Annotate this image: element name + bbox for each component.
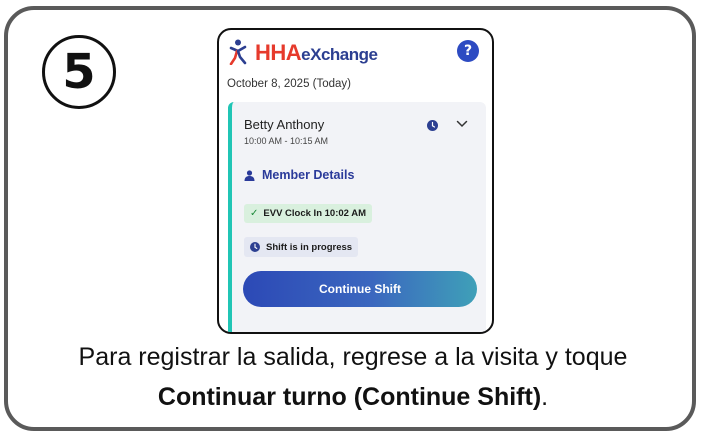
app-logo-text: HHAeXchange — [255, 40, 378, 68]
evv-clock-in-text: EVV Clock In 10:02 AM — [263, 208, 366, 219]
clock-icon — [427, 120, 438, 131]
caption-line-2: Continuar turno (Continue Shift). — [0, 383, 706, 412]
member-name: Betty Anthony — [244, 117, 325, 132]
person-icon — [244, 169, 255, 181]
visit-card: Betty Anthony 10:00 AM - 10:15 AM Member… — [228, 102, 486, 332]
app-header: HHAeXchange ? — [219, 30, 492, 80]
visit-time: 10:00 AM - 10:15 AM — [244, 136, 329, 146]
caption-line-1: Para registrar la salida, regrese a la v… — [78, 343, 628, 371]
brand-hha: HHA — [255, 40, 302, 65]
evv-clock-in-badge: ✓ EVV Clock In 10:02 AM — [244, 204, 372, 223]
brand-exchange: eXchange — [301, 45, 378, 64]
member-details-label: Member Details — [262, 168, 355, 182]
chevron-down-icon[interactable] — [456, 119, 468, 129]
shift-status-badge: Shift is in progress — [244, 237, 359, 257]
app-screenshot: HHAeXchange ? October 8, 2025 (Today) Be… — [217, 28, 494, 334]
member-details-link[interactable]: Member Details — [244, 168, 354, 182]
continue-shift-button[interactable]: Continue Shift — [243, 271, 477, 307]
checkmark-icon: ✓ — [250, 208, 259, 219]
step-number-badge: 5 — [42, 35, 116, 109]
caption-bold-text: Continuar turno (Continue Shift) — [157, 383, 542, 411]
help-button[interactable]: ? — [457, 40, 479, 62]
shift-status-text: Shift is in progress — [266, 241, 353, 253]
date-label: October 8, 2025 (Today) — [227, 78, 352, 90]
caption-period: . — [541, 383, 549, 411]
clock-icon — [250, 242, 260, 252]
person-wheelchair-icon — [229, 39, 247, 65]
